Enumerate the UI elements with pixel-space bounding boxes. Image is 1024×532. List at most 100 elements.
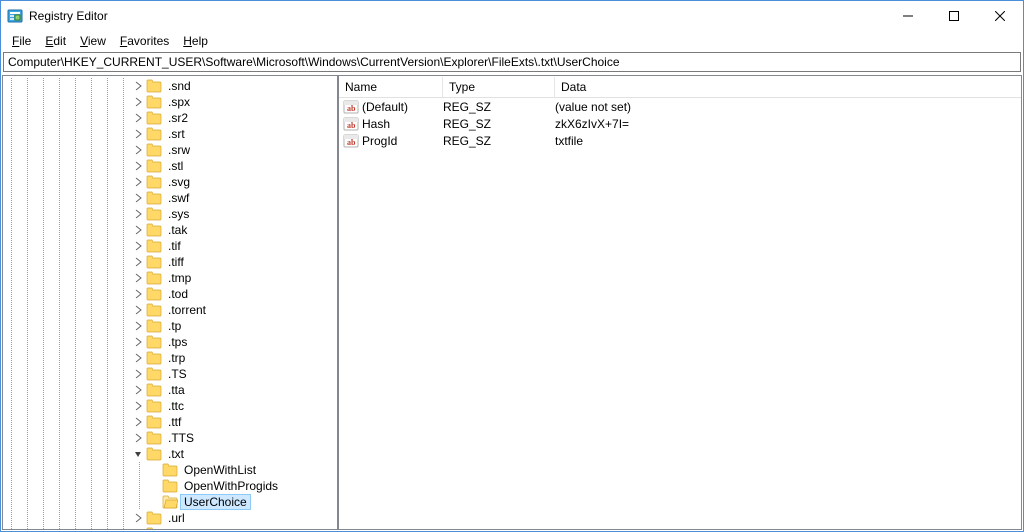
tree-node-label[interactable]: .ttc	[165, 399, 187, 413]
tree-node-label[interactable]: .vcf	[165, 527, 190, 529]
tree-node[interactable]: .tak	[3, 222, 337, 238]
expander-closed-icon[interactable]	[131, 302, 145, 318]
expander-closed-icon[interactable]	[131, 526, 145, 529]
value-row[interactable]: ProgIdREG_SZtxtfile	[339, 132, 1021, 149]
tree-node[interactable]: .tif	[3, 238, 337, 254]
tree-node[interactable]: .ttf	[3, 414, 337, 430]
expander-closed-icon[interactable]	[131, 190, 145, 206]
tree-node-label[interactable]: OpenWithProgids	[181, 479, 281, 493]
minimize-button[interactable]	[885, 1, 931, 31]
expander-closed-icon[interactable]	[131, 126, 145, 142]
menu-favorites[interactable]: Favorites	[113, 32, 176, 50]
column-header-name[interactable]: Name	[339, 77, 443, 97]
tree-node-label[interactable]: .url	[165, 511, 188, 525]
expander-closed-icon[interactable]	[131, 222, 145, 238]
tree-node-label[interactable]: .txt	[165, 447, 187, 461]
expander-closed-icon[interactable]	[131, 366, 145, 382]
close-button[interactable]	[977, 1, 1023, 31]
tree-node-label[interactable]: .tiff	[165, 255, 187, 269]
tree-node[interactable]: .TTS	[3, 430, 337, 446]
menu-file[interactable]: File	[5, 32, 38, 50]
tree-node-label[interactable]: .stl	[165, 159, 186, 173]
tree-node[interactable]: .tod	[3, 286, 337, 302]
tree-node-label[interactable]: .sr2	[165, 111, 191, 125]
tree-node[interactable]: .sr2	[3, 110, 337, 126]
tree-node[interactable]: .tta	[3, 382, 337, 398]
tree-node-label[interactable]: .tod	[165, 287, 191, 301]
tree-node-label[interactable]: .spx	[165, 95, 193, 109]
expander-closed-icon[interactable]	[131, 510, 145, 526]
tree-node[interactable]: .swf	[3, 190, 337, 206]
column-header-type[interactable]: Type	[443, 77, 555, 97]
tree-node-label[interactable]: .tta	[165, 383, 188, 397]
expander-closed-icon[interactable]	[131, 110, 145, 126]
tree-node[interactable]: .torrent	[3, 302, 337, 318]
expander-closed-icon[interactable]	[131, 430, 145, 446]
column-header-data[interactable]: Data	[555, 77, 1021, 97]
tree-node[interactable]: .tp	[3, 318, 337, 334]
tree-node[interactable]: .url	[3, 510, 337, 526]
tree-node-label[interactable]: .snd	[165, 79, 194, 93]
tree-node-label[interactable]: .sys	[165, 207, 192, 221]
tree-node[interactable]: .tiff	[3, 254, 337, 270]
tree-node-label[interactable]: .TTS	[165, 431, 197, 445]
tree-node[interactable]: .tps	[3, 334, 337, 350]
tree-node-label[interactable]: .tif	[165, 239, 184, 253]
expander-open-icon[interactable]	[131, 446, 145, 462]
menu-view[interactable]: View	[73, 32, 113, 50]
tree-node-label[interactable]: .TS	[165, 367, 190, 381]
tree-node-label[interactable]: .svg	[165, 175, 193, 189]
tree-scroll[interactable]: .snd .spx .sr2 .srt .srw .stl .svg .swf .sys .tak…	[3, 76, 337, 529]
tree-node[interactable]: .tmp	[3, 270, 337, 286]
expander-closed-icon[interactable]	[131, 174, 145, 190]
expander-closed-icon[interactable]	[131, 238, 145, 254]
value-row[interactable]: (Default)REG_SZ(value not set)	[339, 98, 1021, 115]
tree-node-label[interactable]: .srt	[165, 127, 188, 141]
maximize-button[interactable]	[931, 1, 977, 31]
tree-node-label[interactable]: UserChoice	[181, 495, 250, 509]
tree-node-label[interactable]: .ttf	[165, 415, 184, 429]
expander-closed-icon[interactable]	[131, 350, 145, 366]
tree-node[interactable]: .vcf	[3, 526, 337, 529]
tree-node[interactable]: .ttc	[3, 398, 337, 414]
tree-node-label[interactable]: .tps	[165, 335, 190, 349]
tree-node[interactable]: .srt	[3, 126, 337, 142]
tree-node[interactable]: .txt	[3, 446, 337, 462]
tree-node[interactable]: .svg	[3, 174, 337, 190]
expander-closed-icon[interactable]	[131, 142, 145, 158]
tree-node-label[interactable]: .trp	[165, 351, 188, 365]
tree-node[interactable]: OpenWithList	[3, 462, 337, 478]
expander-closed-icon[interactable]	[131, 334, 145, 350]
expander-closed-icon[interactable]	[131, 254, 145, 270]
tree-node[interactable]: .sys	[3, 206, 337, 222]
expander-closed-icon[interactable]	[131, 382, 145, 398]
expander-closed-icon[interactable]	[131, 206, 145, 222]
menu-edit[interactable]: Edit	[38, 32, 73, 50]
value-row[interactable]: HashREG_SZzkX6zIvX+7I=	[339, 115, 1021, 132]
tree-node-label[interactable]: OpenWithList	[181, 463, 259, 477]
tree-node-label[interactable]: .tak	[165, 223, 190, 237]
address-bar[interactable]: Computer\HKEY_CURRENT_USER\Software\Micr…	[3, 52, 1021, 72]
tree-node[interactable]: .srw	[3, 142, 337, 158]
tree-node-label[interactable]: .tp	[165, 319, 184, 333]
expander-closed-icon[interactable]	[131, 270, 145, 286]
expander-closed-icon[interactable]	[131, 78, 145, 94]
expander-closed-icon[interactable]	[131, 398, 145, 414]
tree-node[interactable]: .trp	[3, 350, 337, 366]
tree-node[interactable]: .stl	[3, 158, 337, 174]
expander-closed-icon[interactable]	[131, 286, 145, 302]
tree-node[interactable]: .snd	[3, 78, 337, 94]
tree-node-label[interactable]: .swf	[165, 191, 192, 205]
expander-closed-icon[interactable]	[131, 94, 145, 110]
tree-node-label[interactable]: .tmp	[165, 271, 194, 285]
tree-node[interactable]: OpenWithProgids	[3, 478, 337, 494]
tree-node[interactable]: .spx	[3, 94, 337, 110]
expander-closed-icon[interactable]	[131, 158, 145, 174]
expander-closed-icon[interactable]	[131, 318, 145, 334]
tree-node-label[interactable]: .srw	[165, 143, 193, 157]
menu-help[interactable]: Help	[176, 32, 215, 50]
expander-closed-icon[interactable]	[131, 414, 145, 430]
tree-node-label[interactable]: .torrent	[165, 303, 209, 317]
tree-node[interactable]: UserChoice	[3, 494, 337, 510]
tree-node[interactable]: .TS	[3, 366, 337, 382]
